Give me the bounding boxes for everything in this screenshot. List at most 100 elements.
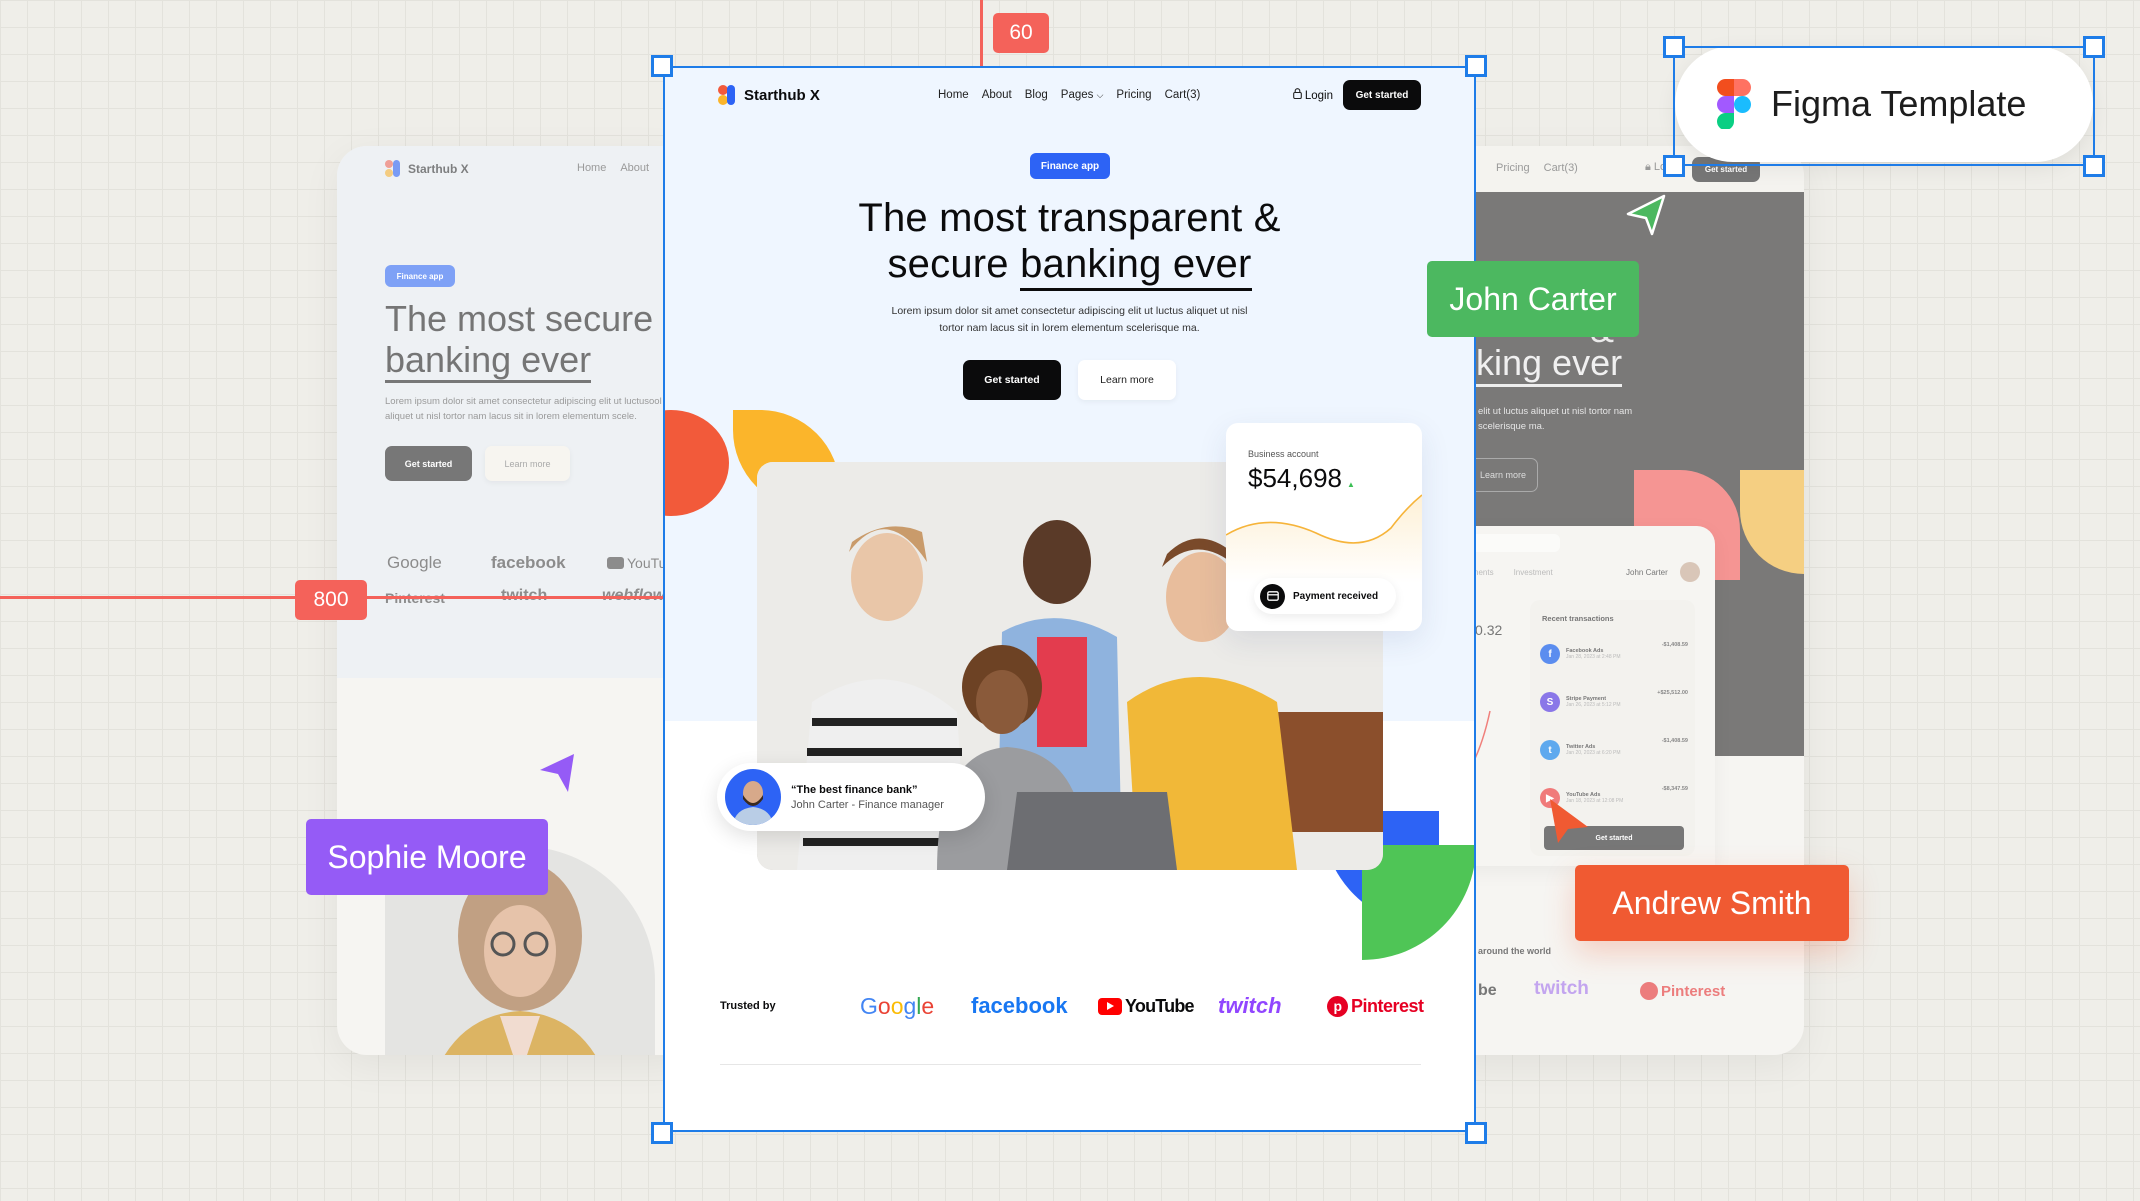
hero-headline-plain: secure: [887, 242, 1021, 286]
right-logo-youtube-fragment: be: [1478, 982, 1497, 999]
transaction-info: Twitter Ads Jan 20, 2023 at 6:20 PM: [1566, 744, 1656, 756]
transaction-info: Stripe Payment Jan 26, 2023 at 5:12 PM: [1566, 696, 1651, 708]
testimonial-text: “The best finance bank” John Carter - Fi…: [791, 784, 944, 811]
left-brand-name: Starthub X: [408, 161, 469, 176]
nav-pages-label: Pages: [1060, 89, 1094, 101]
youtube-icon: [607, 557, 624, 569]
right-learn-more-button[interactable]: Learn more: [1468, 458, 1538, 492]
nav-about[interactable]: About: [982, 89, 1012, 101]
badge-handle-top-right[interactable]: [2083, 36, 2105, 58]
pinterest-icon: [1640, 982, 1658, 1000]
left-logo-facebook: facebook: [491, 553, 566, 572]
transaction-info: Facebook Ads Jan 28, 2023 at 2:48 PM: [1566, 648, 1656, 660]
starthub-logo-icon: [718, 85, 735, 105]
right-nav-cart[interactable]: Cart(3): [1544, 162, 1578, 174]
right-subtitle-line1: elit ut luctus aliquet ut nisl tortor na…: [1478, 406, 1633, 417]
left-headline-line2: banking ever: [385, 339, 592, 383]
facebook-icon: f: [1540, 644, 1560, 664]
trusted-by-label: Trusted by: [720, 1000, 776, 1012]
cursor-label-andrew-smith: Andrew Smith: [1575, 865, 1849, 941]
left-nav-home[interactable]: Home: [577, 162, 606, 174]
purple-cursor-icon: [540, 754, 574, 792]
dashboard-tab-investment[interactable]: Investment: [1514, 568, 1553, 577]
payment-received-pill[interactable]: Payment received: [1254, 578, 1396, 614]
brand[interactable]: Starthub X: [718, 85, 820, 105]
nav-get-started-button[interactable]: Get started: [1343, 80, 1421, 110]
login-label: Login: [1304, 90, 1333, 102]
logo-youtube: YouTube: [1098, 986, 1195, 1026]
logo-google: Google: [860, 986, 934, 1026]
google-letter: g: [903, 992, 917, 1019]
left-variant-card: Starthub X Home About Blog Finance app T…: [337, 146, 697, 1055]
nav-home[interactable]: Home: [938, 89, 969, 101]
badge-handle-bottom-left[interactable]: [1663, 155, 1685, 177]
horizontal-guide-label: 800: [295, 580, 367, 620]
vertical-guide-line: [980, 0, 983, 66]
transaction-date: Jan 28, 2023 at 2:48 PM: [1566, 654, 1621, 660]
hero-get-started-button[interactable]: Get started: [963, 360, 1061, 400]
main-landing-frame: Starthub X Home About Blog Pages ⌵ Prici…: [663, 66, 1476, 1132]
dashboard-user-name: John Carter: [1626, 568, 1668, 577]
right-nav: Pricing Cart(3): [1496, 162, 1578, 174]
transaction-row[interactable]: f Facebook Ads Jan 28, 2023 at 2:48 PM -…: [1540, 636, 1688, 672]
around-world-text: around the world: [1478, 946, 1551, 956]
business-account-card: Business account $54,698 ▲ Payment recei…: [1226, 423, 1422, 631]
cursor-label-sophie-moore: Sophie Moore: [306, 819, 548, 895]
google-letter: e: [921, 992, 935, 1019]
figma-logo-icon: [1717, 79, 1751, 129]
nav-actions: Login Get started: [1292, 80, 1421, 110]
hero-headline: The most transparent & secure banking ev…: [663, 195, 1476, 291]
logo-facebook: facebook: [971, 993, 1068, 1018]
right-logo-twitch: twitch: [1534, 978, 1589, 999]
transaction-row[interactable]: S Stripe Payment Jan 26, 2023 at 5:12 PM…: [1540, 684, 1688, 720]
business-account-sparkline: [1226, 494, 1422, 583]
logo-google-text: Google: [860, 993, 934, 1020]
google-letter: G: [860, 992, 878, 1019]
left-subtitle-line2: aliquet ut nisl tortor nam lacus sit in …: [385, 411, 637, 422]
transaction-amount: +$25,512.00: [1657, 690, 1688, 696]
badge-handle-top-left[interactable]: [1663, 36, 1685, 58]
left-subtitle-line1: Lorem ipsum dolor sit amet consectetur a…: [385, 396, 662, 407]
login-link[interactable]: Login: [1292, 88, 1333, 102]
hero-headline-line1: The most transparent &: [858, 196, 1281, 240]
badge-handle-bottom-right[interactable]: [2083, 155, 2105, 177]
hero-headline-line2: secure banking ever: [663, 241, 1476, 291]
left-learn-more-button[interactable]: Learn more: [485, 446, 570, 481]
left-subtitle: Lorem ipsum dolor sit amet consectetur a…: [385, 394, 662, 424]
right-logo-pinterest-text: Pinterest: [1661, 982, 1726, 1000]
dashboard-user-avatar[interactable]: [1680, 562, 1700, 582]
chevron-down-icon: ⌵: [1096, 90, 1104, 100]
starthub-logo-icon: [385, 160, 400, 177]
hero-learn-more-button[interactable]: Learn more: [1078, 360, 1176, 400]
nav-pages[interactable]: Pages ⌵: [1061, 89, 1104, 101]
top-nav: Starthub X Home About Blog Pages ⌵ Prici…: [718, 79, 1421, 111]
right-subtitle-line2: scelerisque ma.: [1478, 421, 1545, 432]
right-logo-pinterest: Pinterest: [1640, 982, 1725, 1000]
logo-pinterest: p Pinterest: [1327, 986, 1424, 1026]
resize-handle-top-left[interactable]: [651, 55, 673, 77]
left-get-started-button[interactable]: Get started: [385, 446, 472, 481]
nav-blog[interactable]: Blog: [1025, 89, 1048, 101]
left-brand: Starthub X: [385, 160, 469, 177]
business-account-label: Business account: [1248, 449, 1319, 459]
testimonial-avatar: [725, 769, 781, 825]
right-nav-pricing[interactable]: Pricing: [1496, 162, 1530, 174]
green-cursor-icon: [1626, 194, 1666, 236]
nav-pricing[interactable]: Pricing: [1116, 89, 1151, 101]
resize-handle-top-right[interactable]: [1465, 55, 1487, 77]
vertical-guide-label: 60: [993, 13, 1049, 53]
transaction-amount: -$8,347.59: [1661, 786, 1688, 792]
resize-handle-bottom-right[interactable]: [1465, 1122, 1487, 1144]
nav-cart[interactable]: Cart(3): [1165, 89, 1201, 101]
google-letter: o: [890, 992, 904, 1019]
orange-cursor-icon: [1550, 799, 1588, 843]
left-headline: The most secure banking ever: [385, 298, 653, 383]
testimonial-quote: “The best finance bank”: [791, 783, 918, 796]
resize-handle-bottom-left[interactable]: [651, 1122, 673, 1144]
nav-links: Home About Blog Pages ⌵ Pricing Cart(3): [938, 89, 1200, 101]
stripe-icon: S: [1540, 692, 1560, 712]
left-nav-about[interactable]: About: [620, 162, 649, 174]
transaction-amount: -$1,408.59: [1661, 642, 1688, 648]
right-title-fragment: king ever: [1476, 342, 1623, 387]
transaction-row[interactable]: t Twitter Ads Jan 20, 2023 at 6:20 PM -$…: [1540, 732, 1688, 768]
